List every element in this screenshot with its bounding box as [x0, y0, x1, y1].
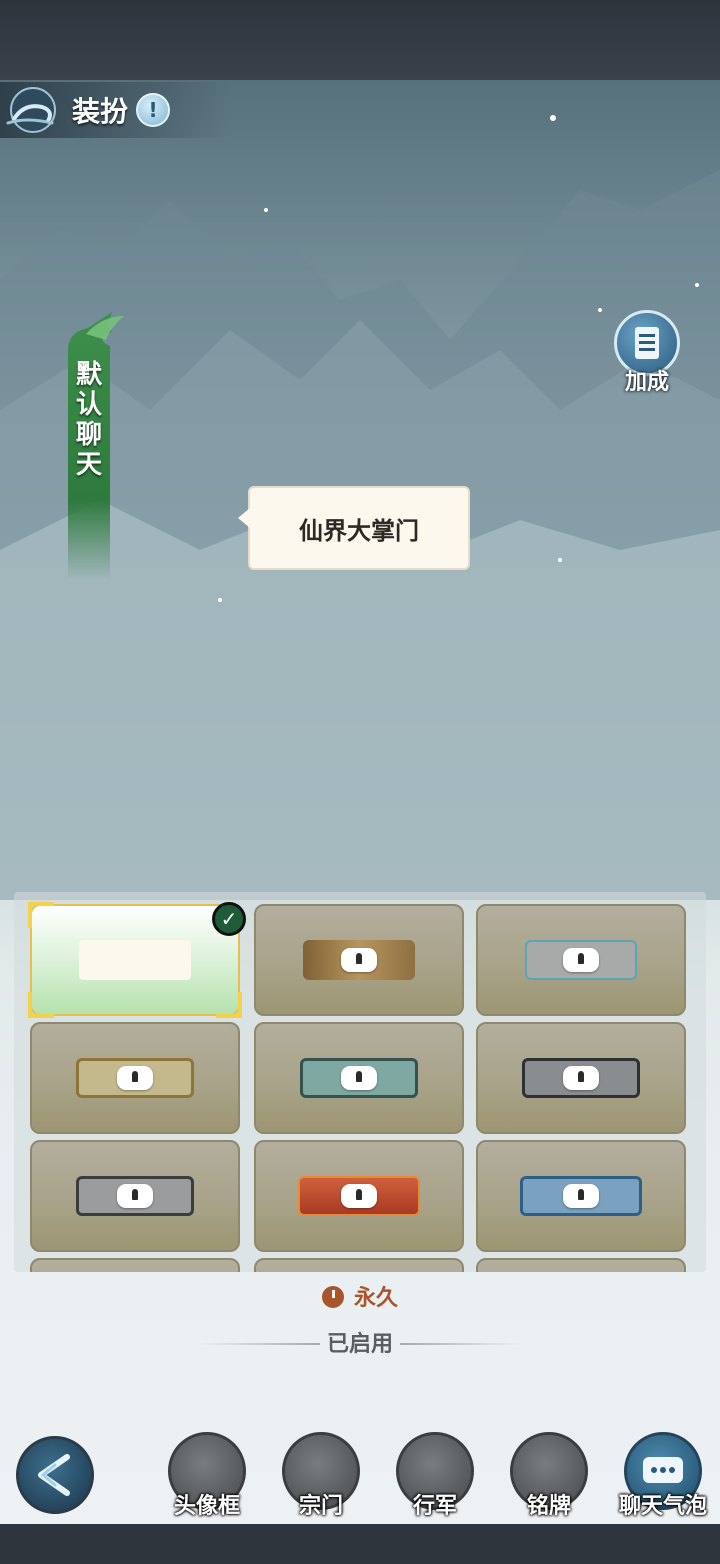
lock-icon	[341, 948, 377, 972]
selection-corner	[28, 902, 54, 928]
bubble-tile-locked[interactable]	[476, 1022, 686, 1134]
nav-march[interactable]: 行军	[390, 1430, 480, 1524]
top-status-area	[0, 0, 720, 80]
nav-label: 宗门	[298, 1494, 343, 1519]
category-label: 默认聊天	[75, 360, 102, 480]
bubble-tile-locked[interactable]	[254, 904, 464, 1016]
nav-label: 聊天气泡	[618, 1494, 707, 1519]
bubble-tile-locked[interactable]	[30, 1022, 240, 1134]
nav-nameplate[interactable]: 铭牌	[504, 1430, 594, 1524]
nav-label: 行军	[412, 1494, 457, 1519]
bubble-tile-locked[interactable]	[254, 1140, 464, 1252]
selection-corner	[216, 992, 242, 1018]
lock-icon	[117, 1066, 153, 1090]
status-label: 已启用	[326, 1331, 393, 1357]
bubble-tile-locked[interactable]	[30, 1258, 240, 1272]
bottom-system-area	[0, 1524, 720, 1564]
back-arrow-icon	[38, 1454, 70, 1496]
back-button[interactable]	[16, 1436, 94, 1514]
chat-bubble-preview: 仙界大掌门	[238, 486, 470, 570]
lock-icon	[341, 1184, 377, 1208]
duration-info: 永久	[0, 1280, 720, 1312]
bonus-label: 加成	[624, 370, 669, 395]
page-title: 装扮	[72, 95, 129, 128]
info-icon[interactable]: !	[136, 93, 171, 127]
bubble-tile-locked[interactable]	[254, 1258, 464, 1272]
nav-chat-bubble[interactable]: 聊天气泡	[618, 1430, 708, 1524]
bubble-tile-locked[interactable]	[30, 1140, 240, 1252]
clock-icon	[321, 1286, 344, 1308]
bubble-tile-locked[interactable]	[476, 1258, 686, 1272]
page-header: 装扮 !	[0, 82, 230, 138]
swirl-logo-icon	[6, 87, 56, 133]
lock-icon	[117, 1184, 153, 1208]
bubble-tile-locked[interactable]	[476, 904, 686, 1016]
lock-icon	[563, 1184, 599, 1208]
nav-label: 铭牌	[526, 1494, 571, 1519]
lock-icon	[563, 1066, 599, 1090]
bubble-tile-locked[interactable]	[476, 1140, 686, 1252]
nav-sect[interactable]: 宗门	[276, 1430, 366, 1524]
nav-avatar-frame[interactable]: 头像框	[162, 1430, 252, 1524]
bonus-button[interactable]: 加成	[610, 308, 684, 398]
duration-text: 永久	[353, 1285, 398, 1311]
nav-label: 头像框	[173, 1494, 240, 1519]
lock-icon	[563, 948, 599, 972]
bubble-tile-locked[interactable]	[254, 1022, 464, 1134]
selection-corner	[28, 992, 54, 1018]
default-bubble-frame	[79, 940, 191, 980]
equipped-check-icon: ✓	[212, 902, 246, 936]
bubble-tile-default[interactable]: ✓	[28, 902, 246, 1018]
bubble-grid: ✓	[14, 892, 706, 1272]
lock-icon	[341, 1066, 377, 1090]
